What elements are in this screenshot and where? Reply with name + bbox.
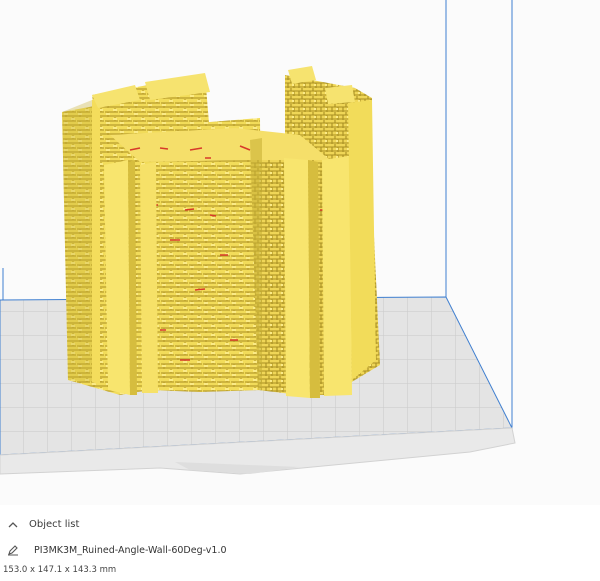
chevron-up-icon[interactable] — [6, 517, 20, 531]
model-name-row[interactable]: PI3MK3M_Ruined-Angle-Wall-60Deg-v1.0 — [6, 542, 227, 558]
object-panel: Object list PI3MK3M_Ruined-Angle-Wall-60… — [0, 505, 600, 581]
3d-model[interactable] — [62, 66, 380, 398]
pencil-icon[interactable] — [6, 543, 20, 557]
object-list-header[interactable]: Object list — [6, 516, 79, 532]
model-name[interactable]: PI3MK3M_Ruined-Angle-Wall-60Deg-v1.0 — [34, 545, 227, 556]
model-dimensions: 153.0 x 147.1 x 143.3 mm — [3, 565, 117, 575]
object-list-label: Object list — [29, 518, 80, 530]
3d-viewport[interactable] — [0, 0, 600, 505]
